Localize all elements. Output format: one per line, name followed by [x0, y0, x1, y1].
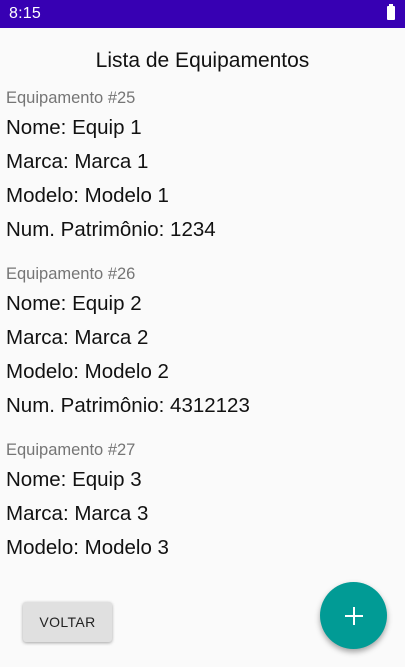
add-equipment-button[interactable]	[320, 582, 387, 649]
equipment-brand: Marca: Marca 2	[6, 326, 149, 349]
status-bar: 8:15	[0, 0, 405, 28]
equipment-item[interactable]: Equipamento #25 Nome: Equip 1 Marca: Mar…	[6, 85, 396, 247]
equipment-name: Nome: Equip 1	[6, 116, 142, 139]
page-title: Lista de Equipamentos	[95, 49, 310, 72]
equipment-header: Equipamento #25	[6, 89, 136, 107]
equipment-item[interactable]: Equipamento #26 Nome: Equip 2 Marca: Mar…	[6, 261, 396, 423]
equipment-header: Equipamento #27	[6, 441, 136, 459]
back-button[interactable]: VOLTAR	[23, 602, 112, 642]
status-time: 8:15	[9, 5, 41, 22]
plus-icon	[344, 606, 363, 625]
equipment-model: Modelo: Modelo 3	[6, 536, 169, 559]
battery-icon	[387, 4, 395, 20]
equipment-model: Modelo: Modelo 1	[6, 184, 169, 207]
equipment-brand: Marca: Marca 1	[6, 150, 149, 173]
equipment-name: Nome: Equip 2	[6, 292, 142, 315]
equipment-item[interactable]: Equipamento #27 Nome: Equip 3 Marca: Mar…	[6, 437, 396, 565]
equipment-name: Nome: Equip 3	[6, 468, 142, 491]
equipment-asset-number: Num. Patrimônio: 4312123	[6, 394, 250, 417]
equipment-brand: Marca: Marca 3	[6, 502, 149, 525]
equipment-asset-number: Num. Patrimônio: 1234	[6, 218, 216, 241]
equipment-model: Modelo: Modelo 2	[6, 360, 169, 383]
equipment-header: Equipamento #26	[6, 265, 136, 283]
equipment-list[interactable]: Equipamento #25 Nome: Equip 1 Marca: Mar…	[6, 85, 396, 579]
